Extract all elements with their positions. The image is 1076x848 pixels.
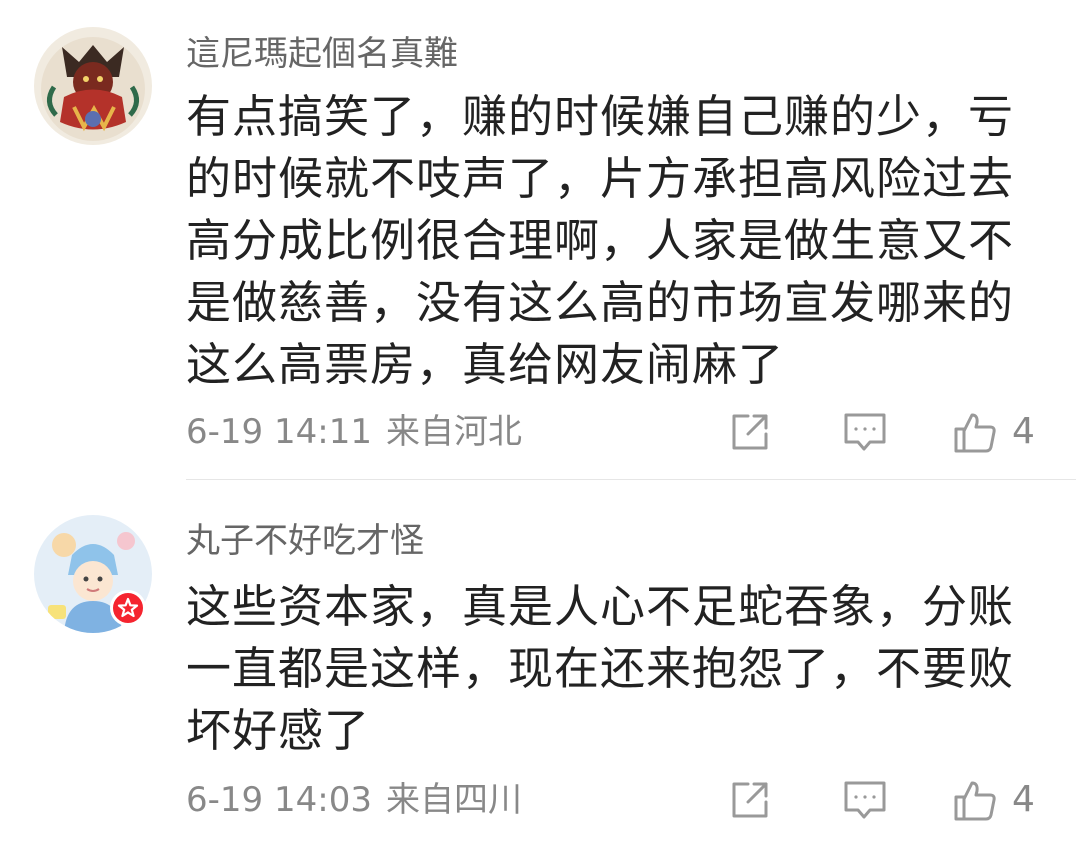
- like-button[interactable]: 4: [952, 776, 1035, 824]
- comment-location: 来自四川: [385, 780, 522, 820]
- thumbs-up-icon: [954, 781, 996, 821]
- comment-icon: [844, 781, 886, 819]
- verified-badge: [110, 590, 146, 626]
- share-button[interactable]: [728, 778, 772, 822]
- share-icon: [732, 782, 768, 818]
- comment-text: 这些资本家，真是人心不足蛇吞象，分账一直都是这样，现在还来抱怨了，不要败坏好感了: [186, 580, 1015, 757]
- comment-date: 6-19 14:03: [186, 780, 372, 820]
- username[interactable]: 丸子不好吃才怪: [186, 517, 424, 565]
- comment-item: 丸子不好吃才怪 这些资本家，真是人心不足蛇吞象，分账一直都是这样，现在还来抱怨了…: [0, 0, 1076, 848]
- comment-meta: 6-19 14:03 来自四川: [186, 776, 522, 824]
- star-badge-icon: [117, 597, 139, 618]
- comment-button[interactable]: [842, 778, 888, 822]
- like-count: 4: [1012, 779, 1035, 820]
